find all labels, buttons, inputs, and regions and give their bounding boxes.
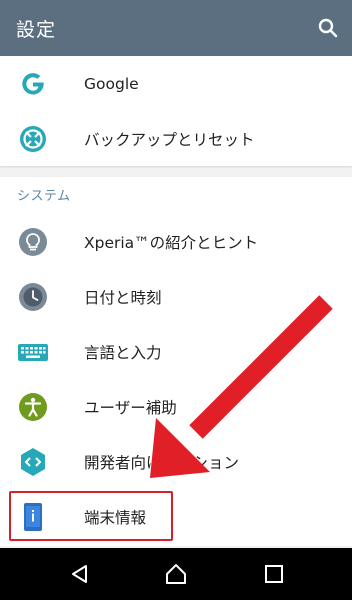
lightbulb-icon bbox=[19, 228, 47, 256]
accessibility-icon bbox=[19, 393, 47, 421]
settings-item-label: 日付と時刻 bbox=[84, 288, 162, 307]
google-icon bbox=[22, 73, 44, 95]
settings-item-label: Xperia™の紹介とヒント bbox=[84, 233, 259, 252]
settings-item-label: 言語と入力 bbox=[84, 343, 162, 362]
settings-item-label: Google bbox=[84, 74, 139, 93]
section-header-system: システム bbox=[17, 189, 71, 204]
settings-list: Google バックアップとリセット システム Xperia™の紹介とヒント 日… bbox=[0, 56, 352, 546]
developer-icon bbox=[21, 448, 45, 476]
settings-item-label: ユーザー補助 bbox=[84, 398, 177, 417]
backup-reset-icon bbox=[20, 126, 46, 152]
search-icon[interactable] bbox=[316, 16, 340, 40]
keyboard-icon bbox=[18, 344, 48, 361]
settings-item-language-input[interactable]: 言語と入力 bbox=[0, 324, 352, 379]
recents-icon[interactable] bbox=[262, 562, 286, 586]
highlight-box bbox=[9, 491, 173, 541]
clock-icon bbox=[19, 283, 47, 311]
navigation-bar bbox=[0, 548, 352, 600]
settings-item-label: 開発者向けオプション bbox=[84, 453, 240, 472]
settings-screen: 設定 Google バックアップとリセット システム Xperia™の紹介とヒン… bbox=[0, 0, 352, 600]
home-icon[interactable] bbox=[164, 562, 188, 586]
settings-item-label: バックアップとリセット bbox=[84, 130, 255, 149]
settings-item-backup-reset[interactable]: バックアップとリセット bbox=[0, 111, 352, 166]
settings-item-xperia-tips[interactable]: Xperia™の紹介とヒント bbox=[0, 214, 352, 269]
settings-item-accessibility[interactable]: ユーザー補助 bbox=[0, 379, 352, 434]
settings-item-google[interactable]: Google bbox=[0, 56, 352, 111]
settings-card-account: Google バックアップとリセット bbox=[0, 56, 352, 166]
app-bar: 設定 bbox=[0, 0, 352, 56]
settings-item-developer-options[interactable]: 開発者向けオプション bbox=[0, 434, 352, 489]
page-title: 設定 bbox=[16, 18, 57, 41]
back-icon[interactable] bbox=[68, 562, 92, 586]
settings-item-date-time[interactable]: 日付と時刻 bbox=[0, 269, 352, 324]
